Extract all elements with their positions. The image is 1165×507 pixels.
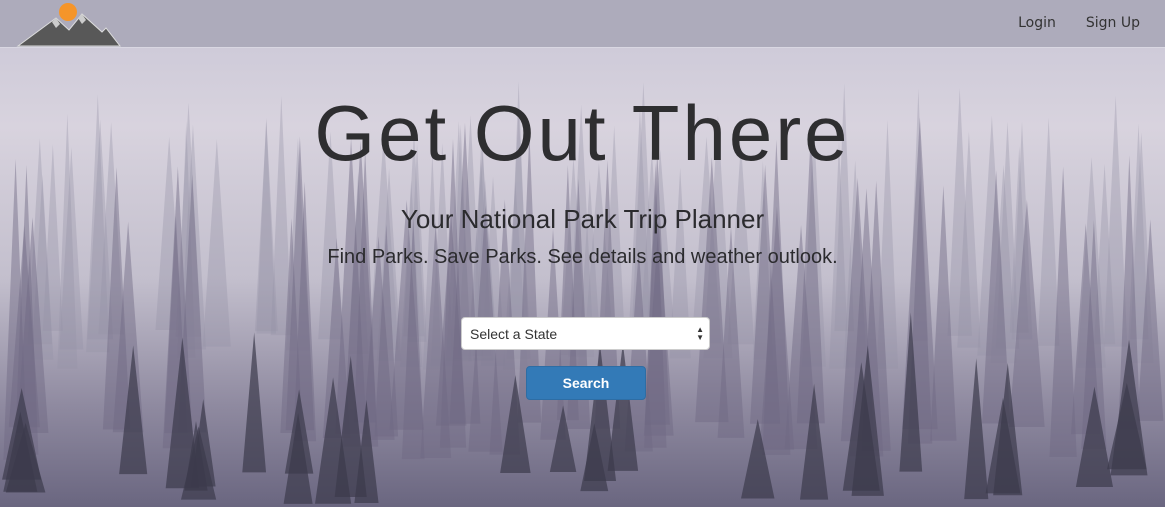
mountain-logo-icon — [16, 3, 122, 47]
navbar: Login Sign Up — [0, 0, 1165, 48]
signup-link[interactable]: Sign Up — [1086, 15, 1140, 31]
up-down-arrows-icon: ▲ ▼ — [696, 325, 704, 342]
state-select[interactable]: Select a State ▲ ▼ — [461, 317, 710, 350]
tagline: Find Parks. Save Parks. See details and … — [327, 246, 838, 268]
subtitle: Your National Park Trip Planner — [400, 204, 765, 234]
tree-silhouette — [242, 332, 267, 473]
state-select-value: Select a State — [470, 326, 558, 342]
search-button[interactable]: Search — [526, 366, 646, 400]
login-link[interactable]: Login — [1018, 15, 1056, 31]
page-title: Get Out There — [314, 89, 851, 177]
